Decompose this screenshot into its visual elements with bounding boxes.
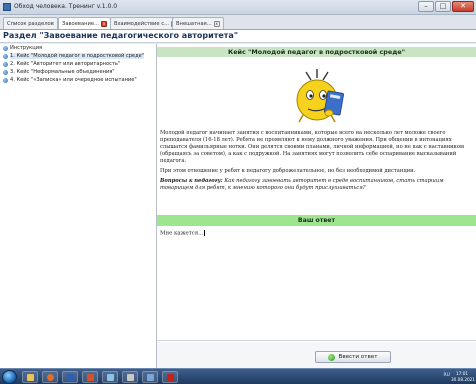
text-caret	[204, 230, 206, 236]
maximize-icon[interactable]: □	[435, 1, 451, 12]
ok-icon	[328, 353, 336, 361]
nav-item-case-4[interactable]: 4. Кейс "«Записка» или очередное испытан…	[2, 77, 154, 84]
clock-date: 30.08.2021	[451, 377, 475, 382]
answer-text: Мне кажется...	[160, 230, 206, 237]
bullet-icon	[3, 70, 8, 75]
system-tray[interactable]: RU	[443, 373, 450, 378]
tab-label: Список разделов	[7, 21, 54, 27]
close-icon[interactable]: ✕	[452, 1, 474, 12]
tab-label: Взаимодействие с...	[114, 21, 170, 27]
window-controls: – □ ✕	[418, 1, 474, 12]
bullet-icon	[3, 54, 8, 59]
nav-item-case-3[interactable]: 3. Кейс "Неформальные объединения"	[2, 69, 154, 76]
answer-input[interactable]: Мне кажется...	[157, 227, 476, 341]
minimize-icon[interactable]: –	[418, 1, 434, 12]
answer-title: Ваш ответ	[297, 217, 336, 224]
clock[interactable]: 17:01 30.08.2021	[451, 371, 475, 383]
thinking-smiley-illustration	[296, 69, 344, 123]
case-header: Кейс "Молодой педагог в подростковой сре…	[157, 47, 476, 57]
powerpoint-icon[interactable]	[82, 371, 98, 383]
case-title: Кейс "Молодой педагог в подростковой сре…	[227, 48, 406, 56]
bullet-icon	[3, 62, 8, 67]
nav-item-label: 1. Кейс "Молодой педагог в подростковой …	[10, 53, 145, 59]
answer-value: Мне кажется...	[160, 230, 204, 237]
training-app-icon[interactable]	[142, 371, 158, 383]
tab-strip: Список разделов Завоевание... x Взаимодей…	[0, 15, 476, 30]
case-paragraph: Молодой педагог начинает занятия с воспи…	[160, 130, 465, 164]
answer-header: Ваш ответ	[157, 215, 476, 226]
app-icon	[3, 3, 11, 11]
submit-label: Ввести ответ	[338, 354, 378, 360]
nav-item-instructions[interactable]: Инструкция	[2, 45, 154, 52]
window-titlebar: Обход человека. Тренинг v.1.0.0 – □ ✕	[0, 0, 476, 15]
start-button[interactable]	[2, 370, 17, 384]
nav-item-label: 3. Кейс "Неформальные объединения"	[10, 69, 115, 75]
question-label: Вопросы к педагогу:	[160, 178, 223, 184]
nav-item-label: 2. Кейс "Авторитет или авторитарность"	[10, 61, 121, 67]
paint-icon[interactable]	[102, 371, 118, 383]
taskbar: RU 17:01 30.08.2021	[0, 368, 476, 384]
explorer-icon[interactable]	[22, 371, 38, 383]
nav-item-case-2[interactable]: 2. Кейс "Авторитет или авторитарность"	[2, 61, 154, 68]
tab-conquest[interactable]: Завоевание... x	[58, 17, 112, 29]
tab-close-icon[interactable]: x	[101, 20, 108, 27]
nav-item-label: Инструкция	[10, 45, 43, 51]
tool-icon[interactable]	[122, 371, 138, 383]
nav-item-case-1[interactable]: 1. Кейс "Молодой педагог в подростковой …	[2, 53, 154, 60]
tab-extracurricular[interactable]: Внешатная... x	[172, 17, 224, 29]
tab-interaction[interactable]: Взаимодействие с...x	[110, 17, 182, 29]
section-header: Раздел "Завоевание педагогического автор…	[0, 30, 476, 43]
case-description: Молодой педагог начинает занятия с воспи…	[160, 130, 474, 195]
bullet-icon	[3, 78, 8, 83]
case-panel: Кейс "Молодой педагог в подростковой сре…	[157, 44, 476, 368]
submit-answer-button[interactable]: Ввести ответ	[315, 351, 391, 363]
browser-icon[interactable]	[42, 371, 58, 383]
footer-bar: Ввести ответ	[157, 342, 476, 368]
bullet-icon	[3, 46, 8, 51]
tab-close-icon[interactable]: x	[213, 20, 220, 27]
section-title: Раздел "Завоевание педагогического автор…	[3, 31, 238, 40]
nav-item-label: 4. Кейс "«Записка» или очередное испытан…	[10, 77, 137, 83]
case-nav: Инструкция 1. Кейс "Молодой педагог в по…	[0, 44, 157, 368]
pdf-icon[interactable]	[162, 371, 178, 383]
window-title: Обход человека. Тренинг v.1.0.0	[14, 3, 118, 10]
case-paragraph: При этом отношение у ребят к педагогу до…	[160, 168, 416, 174]
tab-label: Внешатная...	[176, 21, 212, 27]
tab-section-list[interactable]: Список разделов	[3, 17, 58, 29]
word-icon[interactable]	[62, 371, 78, 383]
case-question: Вопросы к педагогу: Как педагогу завоева…	[160, 178, 474, 192]
tab-label: Завоевание...	[62, 21, 100, 27]
